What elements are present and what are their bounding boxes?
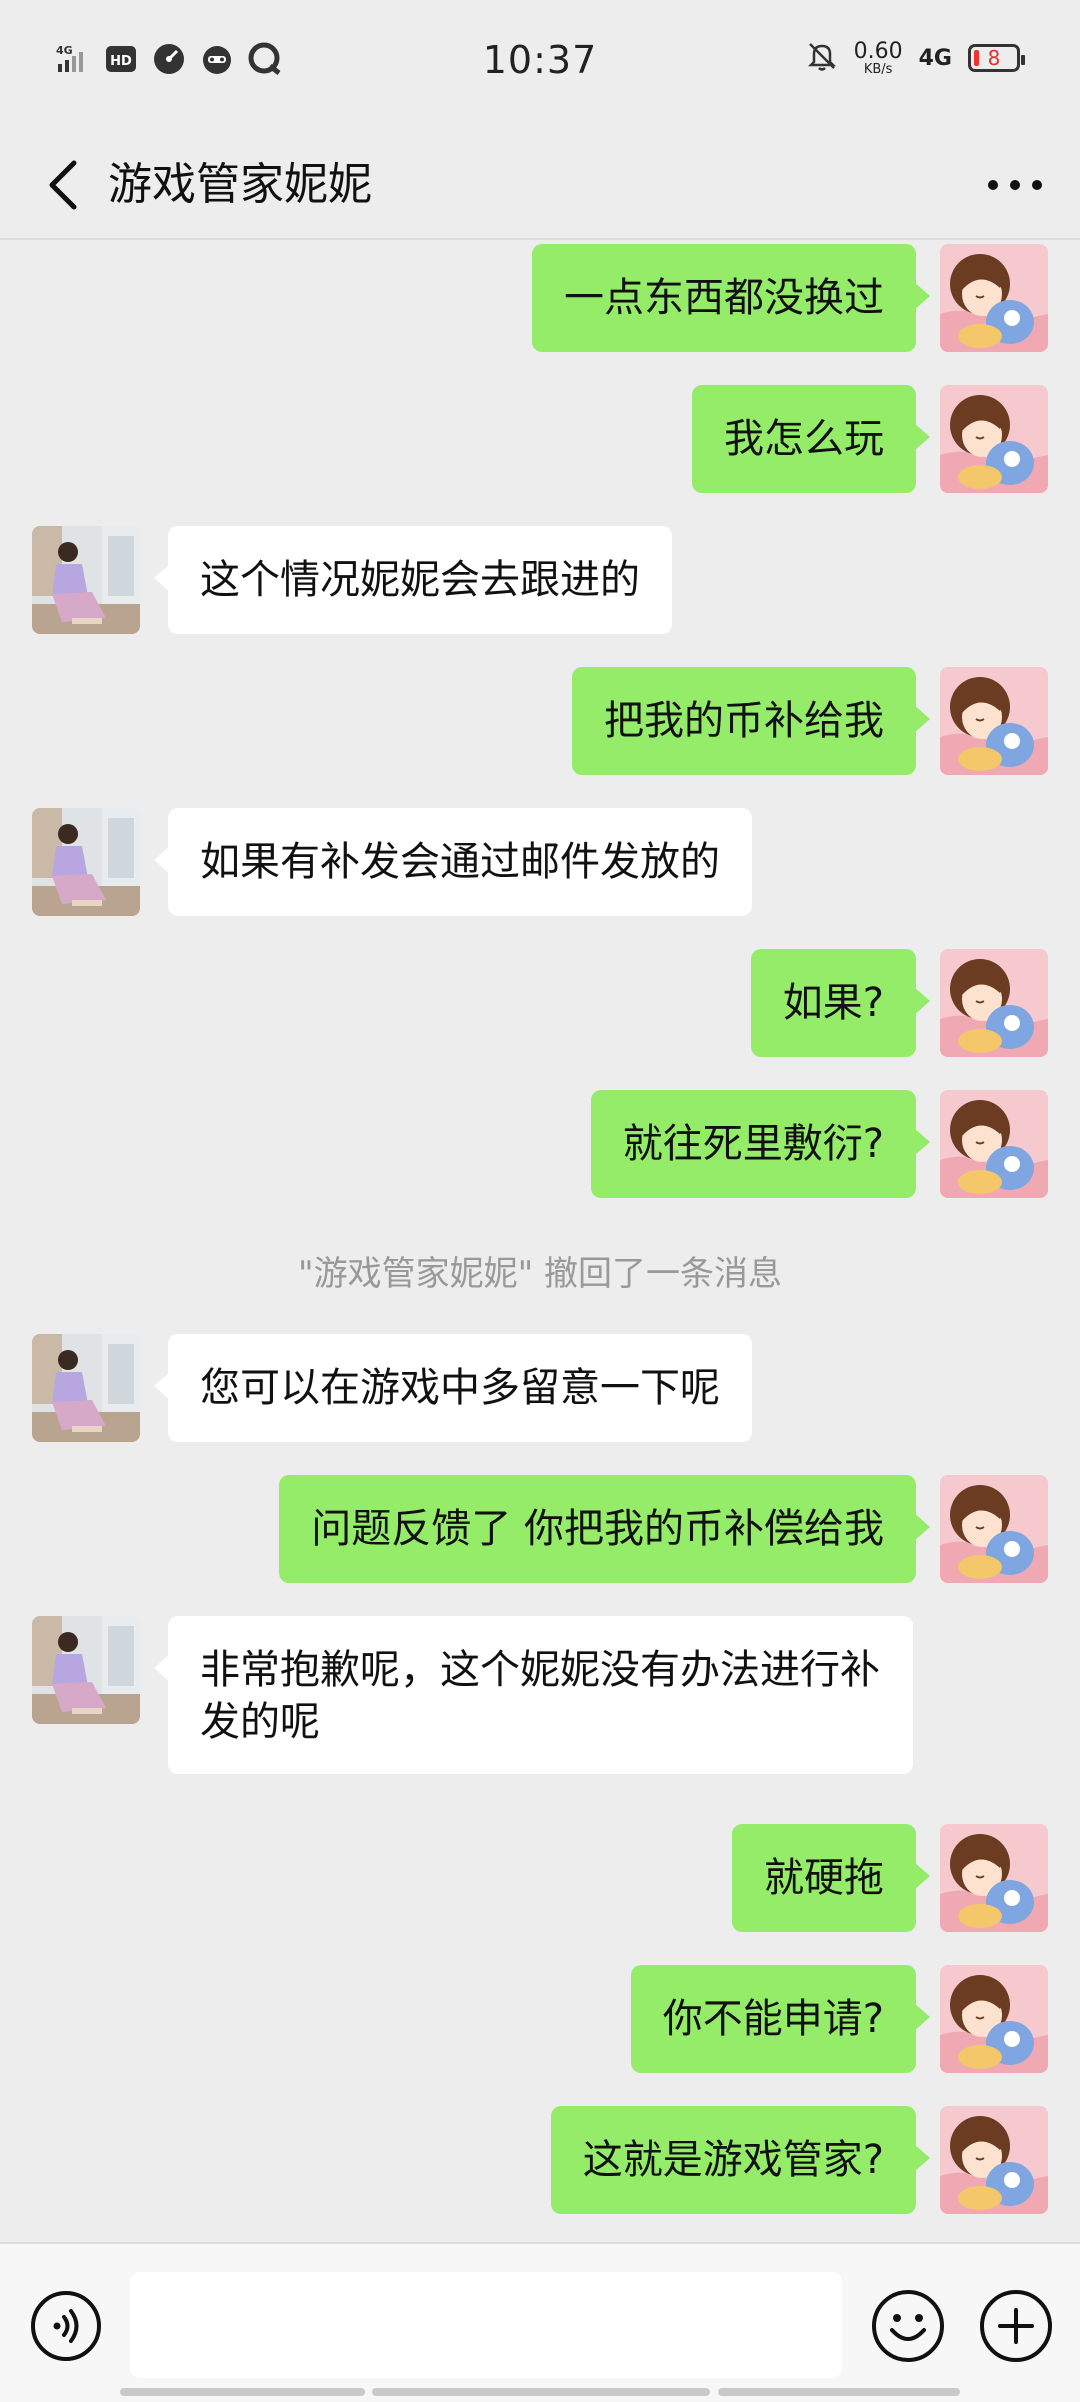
my-message-bubble[interactable]: 我怎么玩 bbox=[692, 385, 930, 493]
contact-avatar[interactable] bbox=[32, 1616, 140, 1724]
contact-message-bubble[interactable]: 如果有补发会通过邮件发放的 bbox=[154, 808, 752, 916]
page-title: 游戏管家妮妮 bbox=[108, 159, 372, 210]
my-message-bubble[interactable]: 如果? bbox=[750, 949, 931, 1057]
battery-icon: 8 bbox=[968, 44, 1025, 72]
emoji-icon[interactable] bbox=[870, 2288, 946, 2364]
status-bar-right: 0.60 KB/s 4G 8 bbox=[806, 38, 1025, 77]
my-message-bubble[interactable]: 一点东西都没换过 bbox=[532, 244, 930, 352]
status-bar: 4G HD 10:37 0.60 KB/s 4G 8 bbox=[0, 0, 1080, 130]
contact-avatar[interactable] bbox=[32, 808, 140, 916]
my-message-bubble[interactable]: 你不能申请? bbox=[630, 1965, 931, 2073]
my-avatar[interactable] bbox=[940, 667, 1048, 775]
my-avatar[interactable] bbox=[940, 385, 1048, 493]
my-avatar[interactable] bbox=[940, 244, 1048, 352]
network-type: 4G bbox=[918, 45, 952, 71]
contact-avatar[interactable] bbox=[32, 526, 140, 634]
my-avatar[interactable] bbox=[940, 2106, 1048, 2214]
gesture-bar bbox=[0, 2384, 1080, 2400]
input-bar bbox=[0, 2242, 1080, 2402]
my-avatar[interactable] bbox=[940, 1824, 1048, 1932]
my-message-bubble[interactable]: 就硬拖 bbox=[732, 1824, 930, 1932]
my-avatar[interactable] bbox=[940, 1475, 1048, 1583]
net-speed: 0.60 KB/s bbox=[853, 38, 903, 77]
my-message-bubble[interactable]: 就往死里敷衍? bbox=[590, 1090, 931, 1198]
battery-level: 8 bbox=[987, 46, 1001, 70]
my-avatar[interactable] bbox=[940, 1090, 1048, 1198]
voice-icon[interactable] bbox=[30, 2290, 102, 2362]
chevron-left-icon[interactable] bbox=[34, 150, 94, 220]
my-avatar[interactable] bbox=[940, 949, 1048, 1057]
my-message-bubble[interactable]: 问题反馈了 你把我的币补偿给我 bbox=[279, 1475, 930, 1583]
contact-message-bubble[interactable]: 非常抱歉呢，这个妮妮没有办法进行补发的呢 bbox=[154, 1616, 913, 1774]
contact-message-bubble[interactable]: 这个情况妮妮会去跟进的 bbox=[154, 526, 672, 634]
gesture-segment bbox=[120, 2388, 365, 2396]
more-dots-icon[interactable] bbox=[980, 150, 1050, 220]
my-message-bubble[interactable]: 把我的币补给我 bbox=[572, 667, 930, 775]
message-input[interactable] bbox=[130, 2272, 842, 2378]
my-avatar[interactable] bbox=[940, 1965, 1048, 2073]
message-list[interactable]: 一点东西都没换过 我怎么玩 这个情况妮妮会去跟进的 把我的币补给我 如果有补发会… bbox=[0, 240, 1080, 2242]
gesture-segment bbox=[718, 2388, 960, 2396]
plus-icon[interactable] bbox=[978, 2288, 1054, 2364]
my-message-bubble[interactable]: 这就是游戏管家? bbox=[550, 2106, 931, 2214]
gesture-segment bbox=[372, 2388, 710, 2396]
mute-bell-icon bbox=[806, 40, 838, 76]
chat-header: 游戏管家妮妮 bbox=[0, 130, 1080, 240]
recall-notice: "游戏管家妮妮" 撤回了一条消息 bbox=[297, 1254, 783, 1294]
contact-message-bubble[interactable]: 您可以在游戏中多留意一下呢 bbox=[154, 1334, 752, 1442]
contact-avatar[interactable] bbox=[32, 1334, 140, 1442]
